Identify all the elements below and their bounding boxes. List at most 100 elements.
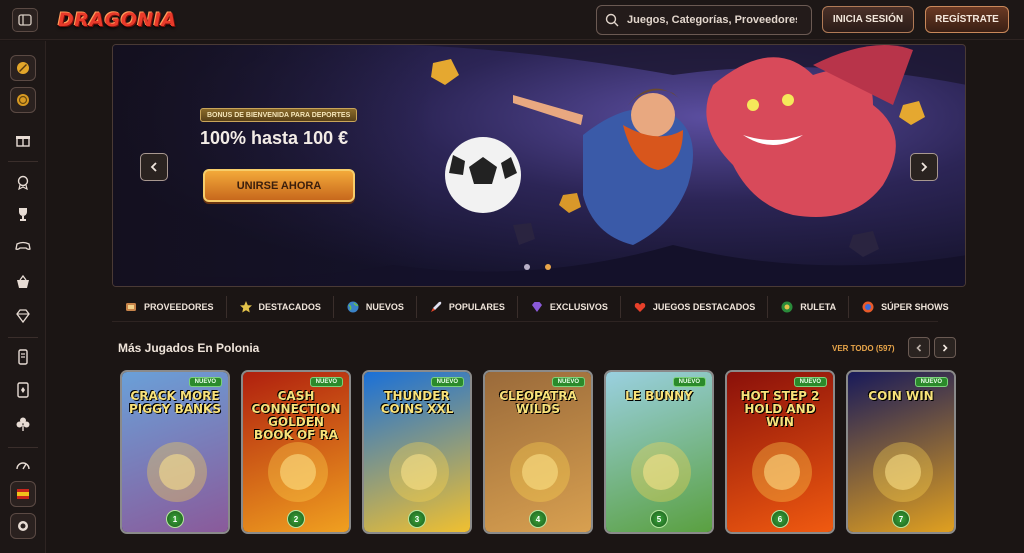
rank-badge: 5 (650, 510, 668, 528)
category-label: PROVEEDORES (144, 302, 214, 312)
category-destacados[interactable]: DESTACADOS (227, 296, 334, 318)
register-button[interactable]: REGÍSTRATE (925, 6, 1009, 33)
sidebar-chip[interactable] (10, 513, 36, 539)
game-card[interactable]: CRACK MORE PIGGY BANKS NUEVO 1 (120, 370, 230, 534)
games-prev-button[interactable] (908, 337, 930, 358)
category-label: RULETA (800, 302, 837, 312)
star-icon (239, 301, 252, 313)
new-badge: NUEVO (430, 377, 464, 387)
game-title: LE BUNNY (625, 389, 693, 403)
hero-prev-button[interactable] (140, 153, 168, 181)
game-title: CRACK MORE PIGGY BANKS (129, 389, 221, 416)
slide-dot[interactable] (524, 264, 530, 270)
sidebar-basket[interactable] (10, 269, 36, 295)
sidebar-medal[interactable] (10, 169, 36, 195)
sidebar-divider (8, 337, 38, 338)
sidebar-diamond[interactable] (10, 303, 36, 329)
category-juegos-destacados[interactable]: JUEGOS DESTACADOS (621, 296, 769, 318)
rank-badge: 7 (892, 510, 910, 528)
new-badge: NUEVO (309, 377, 343, 387)
game-title: THUNDER COINS XXL (380, 389, 454, 416)
rocket-icon (430, 301, 442, 312)
hero-banner[interactable] (112, 44, 966, 287)
sidebar-clover[interactable] (10, 411, 36, 437)
heart-icon (634, 303, 646, 312)
rank-badge: 2 (287, 510, 305, 528)
sidebar-divider (8, 447, 38, 448)
sidebar-toggle-icon (18, 14, 32, 26)
slide-dot-active[interactable] (545, 264, 551, 270)
games-next-button[interactable] (934, 337, 956, 358)
sidebar-phone[interactable] (10, 344, 36, 370)
bonus-title: 100% hasta 100 € (200, 128, 349, 148)
category-ruleta[interactable]: RULETA (768, 296, 850, 318)
coin-icon (17, 94, 29, 106)
gift-icon (16, 136, 30, 147)
game-title: CASH CONNECTION GOLDEN BOOK OF RA (251, 389, 341, 442)
see-all-link[interactable]: VER TODO (597) (832, 344, 895, 353)
sidebar-toggle-button[interactable] (12, 8, 38, 32)
search-box[interactable] (596, 5, 812, 35)
category-label: EXCLUSIVOS (549, 302, 608, 312)
sidebar-controller[interactable] (10, 233, 36, 259)
category-nuevos[interactable]: NUEVOS (334, 296, 417, 318)
new-badge: NUEVO (188, 377, 222, 387)
game-card[interactable]: THUNDER COINS XXL NUEVO 3 (362, 370, 472, 534)
basket-icon (17, 274, 29, 288)
rank-badge: 3 (408, 510, 426, 528)
bonus-tag: BONUS DE BIENVENIDA PARA DEPORTES (200, 108, 358, 122)
section-title: Más Jugados En Polonia (118, 341, 260, 355)
sidebar-coin[interactable] (10, 87, 36, 113)
sidebar-card[interactable] (10, 377, 36, 403)
flag-es-icon (17, 489, 29, 499)
speed-icon (16, 462, 30, 470)
category-label: JUEGOS DESTACADOS (652, 302, 756, 312)
category-populares[interactable]: POPULARES (417, 296, 518, 318)
game-card[interactable]: CLEOPATRA WILDS NUEVO 4 (483, 370, 593, 534)
clover-icon (16, 417, 30, 431)
hero-next-button[interactable] (910, 153, 938, 181)
new-badge: NUEVO (672, 377, 706, 387)
rank-badge: 6 (771, 510, 789, 528)
logo-text: DRAGONIA (58, 9, 177, 31)
sidebar-gift[interactable] (10, 127, 36, 153)
phone-icon (18, 349, 28, 365)
rocket-icon (17, 62, 29, 74)
chevron-left-icon (150, 162, 157, 172)
sidebar-trophy[interactable] (10, 201, 36, 227)
new-badge: NUEVO (551, 377, 585, 387)
category-label: DESTACADOS (258, 302, 321, 312)
game-title: HOT STEP 2 HOLD AND WIN (740, 389, 820, 429)
game-title: COIN WIN (868, 389, 934, 403)
card-icon (17, 382, 29, 398)
chip-icon (18, 521, 28, 531)
game-card[interactable]: COIN WIN NUEVO 7 (846, 370, 956, 534)
sidebar-speed[interactable] (10, 453, 36, 479)
search-icon (605, 13, 619, 27)
search-input[interactable] (627, 14, 797, 26)
logo[interactable]: DRAGONIA (58, 6, 177, 34)
medal-icon (17, 175, 29, 190)
login-button[interactable]: INICIA SESIÓN (822, 6, 914, 33)
chevron-right-icon (942, 343, 948, 352)
gem-icon (531, 302, 542, 312)
category-súper-shows[interactable]: SÚPER SHOWS (849, 296, 961, 318)
game-title: CLEOPATRA WILDS (499, 389, 577, 416)
trophy-icon (19, 208, 27, 221)
game-card[interactable]: LE BUNNY NUEVO 5 (604, 370, 714, 534)
game-card[interactable]: HOT STEP 2 HOLD AND WIN NUEVO 6 (725, 370, 835, 534)
sidebar-rocket[interactable] (10, 55, 36, 81)
language-selector[interactable] (10, 481, 36, 507)
rank-badge: 1 (166, 510, 184, 528)
show-icon (862, 301, 874, 313)
category-proveedores[interactable]: PROVEEDORES (112, 296, 227, 318)
providers-icon (126, 303, 136, 311)
chevron-left-icon (916, 343, 922, 352)
diamond-icon (16, 309, 30, 324)
category-label: SÚPER SHOWS (881, 302, 949, 312)
globe-icon (347, 301, 359, 313)
category-exclusivos[interactable]: EXCLUSIVOS (518, 296, 621, 318)
top-bar: DRAGONIA INICIA SESIÓN REGÍSTRATE (0, 0, 1024, 40)
game-card[interactable]: CASH CONNECTION GOLDEN BOOK OF RA NUEVO 2 (241, 370, 351, 534)
join-now-button[interactable]: UNIRSE AHORA (203, 169, 355, 202)
